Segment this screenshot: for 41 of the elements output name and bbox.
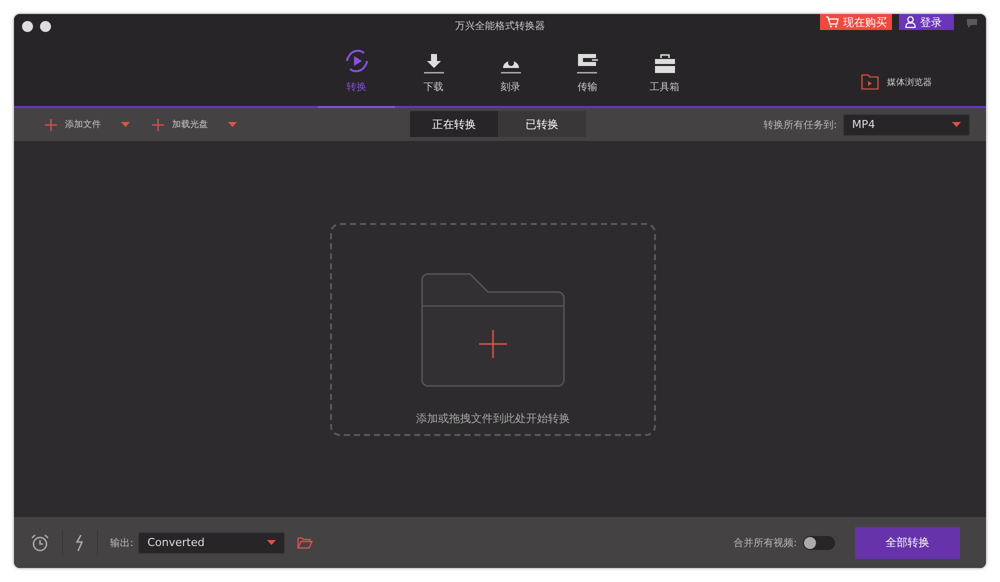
folder-icon[interactable] [297, 536, 314, 548]
nav-tab[interactable]: 工具箱 [626, 38, 703, 108]
caret-icon [267, 540, 276, 545]
drop-zone[interactable]: 添加或拖拽文件到此处开始转换 [330, 222, 656, 436]
toolbox-icon [654, 54, 676, 74]
window-title: 万兴全能格式转换器 [455, 20, 545, 33]
output-path-dropdown[interactable]: Converted [138, 532, 286, 554]
cart-icon [825, 16, 839, 28]
caret-icon[interactable] [121, 122, 130, 127]
plus-icon [152, 118, 164, 130]
download-icon [422, 54, 444, 74]
merge-videos-label: 合并所有视频: [734, 536, 797, 550]
convert-all-label: 转换所有任务到: [764, 118, 837, 132]
window-control-button[interactable] [22, 20, 33, 32]
login-button[interactable]: 登录 [899, 14, 954, 30]
media-browser-button[interactable]: 媒体浏览器 [855, 73, 938, 91]
drop-hint-text: 添加或拖拽文件到此处开始转换 [416, 410, 570, 426]
segment-tab[interactable]: 已转换 [498, 111, 586, 137]
caret-icon [952, 122, 961, 127]
folder-add-icon [421, 272, 565, 386]
buy-now-button[interactable]: 现在购买 [820, 14, 892, 30]
nav-tab[interactable]: 下载 [395, 38, 472, 108]
window-control-button[interactable] [40, 20, 51, 32]
play-cycle-icon [344, 48, 370, 74]
folder-play-icon [861, 74, 879, 90]
format-dropdown[interactable]: MP4 [843, 114, 970, 136]
load-disc-button[interactable]: 加载光盘 [146, 117, 214, 132]
convert-all-button[interactable]: 全部转换 [855, 526, 960, 558]
chat-icon[interactable] [966, 18, 978, 29]
merge-toggle[interactable] [803, 536, 835, 550]
add-file-button[interactable]: 添加文件 [39, 117, 107, 132]
caret-icon[interactable] [228, 122, 237, 127]
output-label: 输出: [110, 536, 134, 550]
nav-tab[interactable]: 刻录 [472, 38, 549, 108]
transfer-icon [576, 54, 600, 74]
lightning-icon[interactable] [75, 534, 85, 550]
segment-tab[interactable]: 正在转换 [410, 111, 498, 137]
alarm-clock-icon[interactable] [30, 534, 50, 552]
nav-tab[interactable]: 传输 [549, 38, 626, 108]
plus-icon [45, 118, 57, 130]
user-icon [905, 16, 916, 28]
